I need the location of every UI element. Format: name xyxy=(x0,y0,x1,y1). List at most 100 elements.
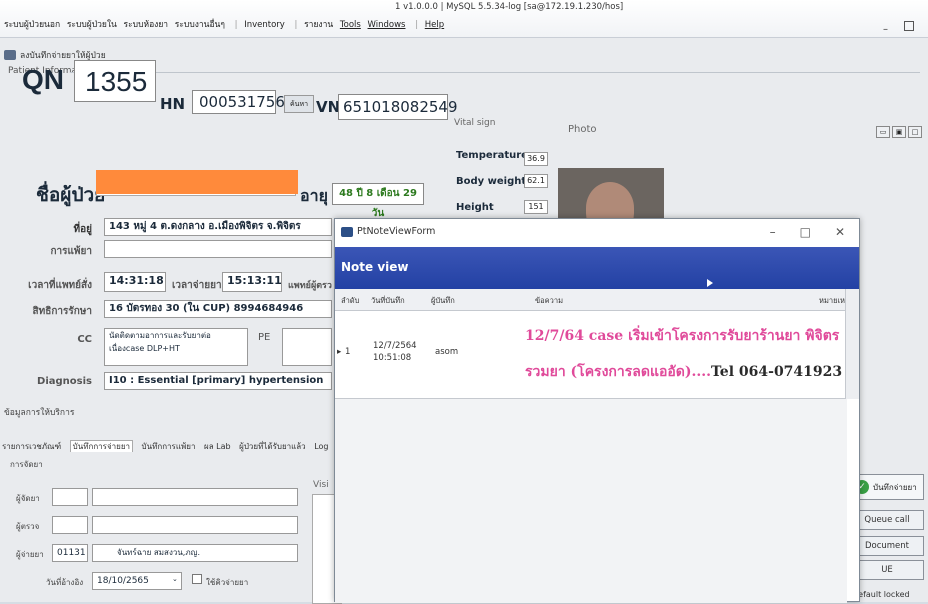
check-code-field[interactable] xyxy=(52,516,88,534)
row-date: 12/7/2564 xyxy=(373,341,417,351)
document-button[interactable]: Document xyxy=(850,536,924,556)
menu-ipd[interactable]: ระบบผู้ป่วยใน xyxy=(67,20,117,30)
qn-label: QN xyxy=(22,64,64,95)
height-field[interactable]: 151 xyxy=(524,200,548,214)
hn-field[interactable]: 000531756 xyxy=(192,90,285,114)
table-row[interactable]: ▸ 1 12/7/2564 10:51:08 asom 12/7/64 case… xyxy=(335,311,847,399)
doctor-time-field[interactable]: 14:31:18 xyxy=(104,272,166,292)
menu-separator: | xyxy=(294,20,298,30)
tab-dispense-record[interactable]: บันทึกการจ่ายยา xyxy=(69,440,133,452)
check-label: ผู้ตรวจ xyxy=(16,522,40,531)
menu-other[interactable]: ระบบงานอื่นๆ xyxy=(175,20,225,30)
panel-icon[interactable]: ▣ xyxy=(892,126,906,138)
minimize-icon[interactable]: – xyxy=(770,225,776,239)
check-name-field[interactable] xyxy=(92,516,298,534)
note-header-bar: Note view xyxy=(335,247,859,289)
minimize-button[interactable]: – xyxy=(883,24,888,35)
row-message-line-2: รวมยา (โครงการลดแออัด)....Tel 064-074192… xyxy=(525,361,842,383)
row-time: 10:51:08 xyxy=(373,353,412,363)
vn-label: VN xyxy=(316,98,341,116)
cc-label: CC xyxy=(77,334,92,345)
height-label: Height xyxy=(456,202,494,213)
queue-checkbox-label: ใช้คิวจ่ายยา xyxy=(206,578,249,587)
menu-tools[interactable]: Tools xyxy=(340,20,361,30)
hn-label: HN xyxy=(160,95,186,113)
plan-label: การจัดยา xyxy=(10,460,43,469)
maximize-button[interactable] xyxy=(904,21,914,31)
dispense-time-label: เวลาจ่ายยา xyxy=(172,280,222,291)
dispenser-label: ผู้จ่ายยา xyxy=(16,550,44,559)
arrange-name-field[interactable] xyxy=(92,488,298,506)
row-phone: Tel 064-0741923 xyxy=(711,364,843,380)
queue-call-button[interactable]: Queue call xyxy=(850,510,924,530)
vertical-scrollbar[interactable] xyxy=(845,289,859,399)
arrange-code-field[interactable] xyxy=(52,488,88,506)
address-label: ที่อยู่ xyxy=(73,224,92,235)
maximize-icon[interactable]: □ xyxy=(800,225,811,239)
dispenser-code-field[interactable]: 01131 xyxy=(52,544,88,562)
rights-field[interactable]: 16 บัตรทอง 30 (ใน CUP) 8994684946 xyxy=(104,300,332,318)
cc-field[interactable]: นัดติดตามอาการและรับยาต่อ เนื่องcase DLP… xyxy=(104,328,248,366)
dispenser-name-field[interactable]: จันทร์ฉาย สมสงวน,ภญ. xyxy=(92,544,298,562)
pe-field[interactable] xyxy=(282,328,332,366)
empty-grid-area xyxy=(335,399,847,603)
qn-field[interactable]: 1355 xyxy=(74,60,156,102)
weight-label: Body weight xyxy=(456,176,527,187)
col-user: ผู้บันทึก xyxy=(431,296,455,305)
temperature-label: Temperature xyxy=(456,150,528,161)
row-message-line-1: 12/7/64 case เริ่มเข้าโครงการรับยาร้านยา… xyxy=(525,328,840,344)
menu-items: ระบบผู้ป่วยนอก ระบบผู้ป่วยใน ระบบห้องยา … xyxy=(4,17,448,31)
arrange-label: ผู้จัดยา xyxy=(16,494,40,503)
divider xyxy=(70,72,920,73)
chevron-down-icon[interactable]: ⌄ xyxy=(172,575,178,583)
menu-bar: 1 v1.0.0.0 | MySQL 5.5.34-log [sa@172.19… xyxy=(0,0,928,38)
patient-name-label: ชื่อผู้ป่วย xyxy=(36,184,106,206)
menu-pharmacy[interactable]: ระบบห้องยา xyxy=(124,20,169,30)
vital-sign-label: Vital sign xyxy=(454,118,496,128)
menu-opd[interactable]: ระบบผู้ป่วยนอก xyxy=(4,20,60,30)
cc-line-1: นัดติดตามอาการและรับยาต่อ xyxy=(109,331,211,340)
menu-windows[interactable]: Windows xyxy=(368,20,406,30)
panel-icon[interactable]: □ xyxy=(908,126,922,138)
save-dispense-label: บันทึกจ่ายยา xyxy=(873,482,917,492)
tab-dispensed-patients[interactable]: ผู้ป่วยที่ได้รับยาแล้ว xyxy=(239,442,306,451)
find-button[interactable]: ค้นหา xyxy=(284,95,314,113)
diagnosis-field[interactable]: I10 : Essential [primary] hypertension xyxy=(104,372,332,390)
service-label: ข้อมูลการให้บริการ xyxy=(4,408,75,418)
temperature-field[interactable]: 36.9 xyxy=(524,152,548,166)
menu-help[interactable]: Help xyxy=(425,20,444,30)
panel-controls: ▭ ▣ □ xyxy=(876,126,922,138)
doctor-label: แพทย์ผู้ตรว xyxy=(288,281,332,291)
close-icon[interactable]: ✕ xyxy=(835,225,845,239)
note-titlebar: PtNoteViewForm – □ ✕ xyxy=(335,219,859,247)
allergy-field[interactable] xyxy=(104,240,332,258)
vn-field[interactable]: 651018082549 xyxy=(338,94,458,120)
date-label: วันที่อ้างอิง xyxy=(46,578,84,587)
dispense-time-field[interactable]: 15:13:11 xyxy=(222,272,282,292)
rights-label: สิทธิการรักษา xyxy=(32,306,92,317)
date-field[interactable]: 18/10/2565 xyxy=(92,572,182,590)
note-window-buttons: – □ ✕ xyxy=(770,225,845,239)
save-dispense-button[interactable]: ✓ บันทึกจ่ายยา xyxy=(850,474,924,500)
row-no: 1 xyxy=(345,347,351,357)
restore-icon[interactable]: ▭ xyxy=(876,126,890,138)
menu-report[interactable]: รายงาน xyxy=(304,20,333,30)
patient-photo xyxy=(558,168,664,224)
visit-label: Visi xyxy=(313,480,329,490)
address-field[interactable]: 143 หมู่ 4 ต.ดงกลาง อ.เมืองพิจิตร จ.พิจิ… xyxy=(104,218,332,236)
queue-checkbox[interactable] xyxy=(192,574,202,584)
diagnosis-label: Diagnosis xyxy=(37,376,92,387)
cc-line-2: เนื่องcase DLP+HT xyxy=(109,344,180,353)
col-date: วันที่บันทึก xyxy=(371,296,405,305)
weight-field[interactable]: 62.1 xyxy=(524,174,548,188)
tab-allergy-record[interactable]: บันทึกการแพ้ยา xyxy=(142,442,196,451)
default-locked-label[interactable]: Default locked xyxy=(852,590,910,599)
menu-inventory[interactable]: Inventory xyxy=(244,20,285,30)
note-window-title: PtNoteViewForm xyxy=(357,226,436,237)
ue-button[interactable]: UE xyxy=(850,560,924,580)
tab-lab[interactable]: ผล Lab xyxy=(204,442,231,451)
tab-supplies[interactable]: รายการเวชภัณฑ์ xyxy=(2,442,61,451)
col-no: ลำดับ xyxy=(341,296,360,305)
tab-log[interactable]: Log xyxy=(314,442,328,451)
window-title: 1 v1.0.0.0 | MySQL 5.5.34-log [sa@172.19… xyxy=(395,2,624,12)
